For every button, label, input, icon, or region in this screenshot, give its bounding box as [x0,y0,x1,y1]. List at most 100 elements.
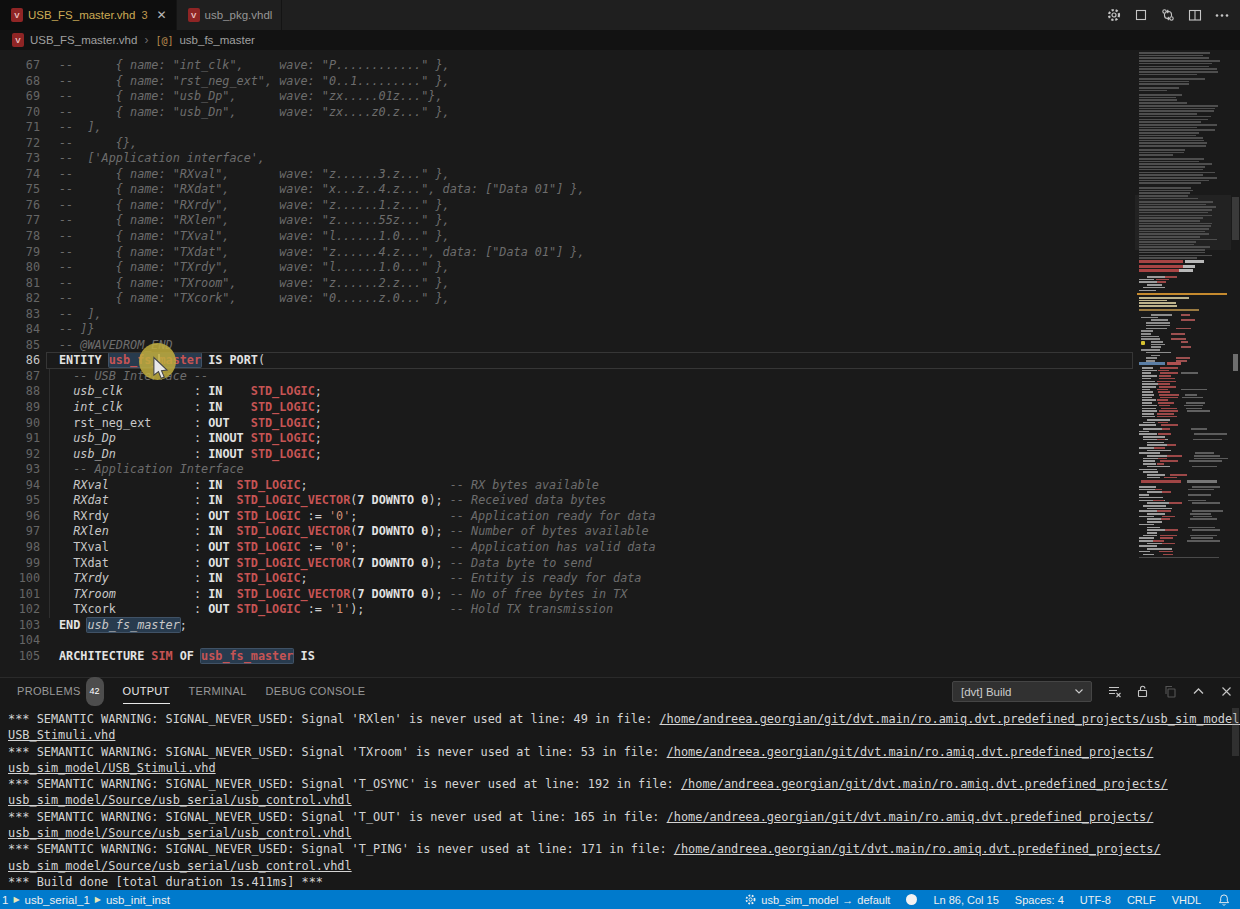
file-link[interactable]: usb_sim_model/Source/usb_serial/usb_cont… [8,826,352,840]
tab-output[interactable]: OUTPUT [123,678,170,705]
line-number: 75 [0,182,40,198]
line-number: 95 [0,493,40,509]
line-number: 89 [0,400,40,416]
status-indicator-dot[interactable] [906,894,917,905]
problems-count-badge: 42 [86,677,104,706]
status-hierarchy[interactable]: 1 ▶ usb_serial_1 ▶ usb_init_inst [0,894,170,906]
code-line: 84-- ]} [0,322,1135,338]
code-line: 89 int_clk : IN STD_LOGIC; [0,400,1135,416]
output-line: *** SEMANTIC WARNING: SIGNAL_NEVER_USED:… [8,776,1240,792]
file-link[interactable]: /home/andreea.georgian/git/dvt.main/ro.a… [667,810,1154,824]
line-number: 104 [0,633,40,649]
code-line: 82-- { name: "TXcork", wave: "0......z.0… [0,291,1135,307]
code-line: 75-- { name: "RXdat", wave: "x...z..4.z.… [0,182,1135,198]
symbol-entity-icon: [@] [155,35,173,46]
tab-usb-fs-master[interactable]: V USB_FS_master.vhd 3 ✕ [0,0,177,30]
status-language[interactable]: VHDL [1172,894,1201,906]
clear-output-icon[interactable] [1107,684,1122,699]
code-line: 96 RXrdy : OUT STD_LOGIC := '0'; -- Appl… [0,509,1135,525]
status-eol[interactable]: CRLF [1127,894,1156,906]
code-line: 72-- {}, [0,136,1135,152]
close-panel-icon[interactable] [1219,684,1234,699]
line-number: 90 [0,416,40,432]
split-editor-icon[interactable] [1187,7,1203,23]
code-line: 91 usb_Dp : INOUT STD_LOGIC; [0,431,1135,447]
line-number: 79 [0,245,40,261]
output-line: *** SEMANTIC WARNING: SIGNAL_NEVER_USED:… [8,809,1240,825]
vhdl-file-icon: V [12,33,24,47]
output-line: *** SEMANTIC WARNING: SIGNAL_NEVER_USED:… [8,711,1240,727]
file-link[interactable]: USB_Stimuli.vhd [8,728,115,742]
breadcrumb-file[interactable]: USB_FS_master.vhd [30,34,137,46]
file-link[interactable]: usb_sim_model/Source/usb_serial/usb_cont… [8,859,352,873]
line-number: 97 [0,524,40,540]
tab-terminal[interactable]: TERMINAL [189,678,247,705]
tab-problems[interactable]: PROBLEMS 42 [17,678,104,705]
lock-icon[interactable] [1135,684,1150,699]
code-line: 81-- { name: "TXroom", wave: "z......2.z… [0,276,1135,292]
square-icon[interactable] [1133,7,1149,23]
code-line: 76-- { name: "RXrdy", wave: "z......1.z.… [0,198,1135,214]
file-link[interactable]: usb_sim_model/USB_Stimuli.vhd [8,761,216,775]
notifications-bell-icon[interactable] [1217,893,1231,907]
file-link[interactable]: /home/andreea.georgian/git/dvt.main/ro.a… [659,712,1240,726]
more-actions-icon[interactable] [1214,7,1230,23]
code-line: 95 RXdat : IN STD_LOGIC_VECTOR(7 DOWNTO … [0,493,1135,509]
code-editor[interactable]: 67-- { name: "int_clk", wave: "P........… [0,50,1240,677]
line-number: 93 [0,462,40,478]
code-line: 104 [0,633,1135,649]
scrollbar-thumb[interactable] [1232,197,1239,240]
bottom-panel: PROBLEMS 42 OUTPUT TERMINAL DEBUG CONSOL… [0,677,1240,890]
chevron-down-icon [1073,685,1085,699]
status-build-config[interactable]: usb_sim_model → default [744,893,890,906]
tab-warning-count: 3 [141,9,147,21]
panel-scrollbar-thumb[interactable] [1232,708,1239,756]
line-number: 92 [0,447,40,463]
code-line: 70-- { name: "usb_Dn", wave: "zx....z0.z… [0,105,1135,121]
compare-changes-icon[interactable] [1160,7,1176,23]
code-line: 71-- ], [0,120,1135,136]
output-channel-dropdown[interactable]: [dvt] Build [952,681,1092,702]
output-log: *** SEMANTIC WARNING: SIGNAL_NEVER_USED:… [0,706,1240,890]
line-number: 78 [0,229,40,245]
code-line: 68-- { name: "rst_neg_ext", wave: "0..1.… [0,74,1135,90]
file-link[interactable]: usb_sim_model/Source/usb_serial/usb_cont… [8,793,352,807]
code-line: 74-- { name: "RXval", wave: "z......3.z.… [0,167,1135,183]
line-number: 98 [0,540,40,556]
tab-debug-console[interactable]: DEBUG CONSOLE [266,678,366,705]
tab-usb-pkg[interactable]: V usb_pkg.vhdl [177,0,283,30]
line-number: 71 [0,120,40,136]
maximize-panel-icon[interactable] [1191,684,1206,699]
panel-controls: [dvt] Build [952,681,1234,702]
editor-scrollbar[interactable] [1231,50,1240,677]
line-number: 91 [0,431,40,447]
copy-output-icon[interactable] [1163,684,1178,699]
line-number: 85 [0,338,40,354]
breadcrumb-symbol[interactable]: usb_fs_master [179,34,254,46]
minimap[interactable] [1135,50,1231,677]
line-number: 70 [0,105,40,121]
status-indentation[interactable]: Spaces: 4 [1015,894,1064,906]
line-number: 68 [0,74,40,90]
vscode-window: V USB_FS_master.vhd 3 ✕ V usb_pkg.vhdl V… [0,0,1240,909]
file-link[interactable]: /home/andreea.georgian/git/dvt.main/ro.a… [667,745,1154,759]
line-number: 69 [0,89,40,105]
line-number: 74 [0,167,40,183]
code-line: 80-- { name: "TXrdy", wave: "l......1.0.… [0,260,1135,276]
line-number: 88 [0,384,40,400]
code-line: 92 usb_Dn : INOUT STD_LOGIC; [0,447,1135,463]
line-number: 82 [0,291,40,307]
code-line: 90 rst_neg_ext : OUT STD_LOGIC; [0,416,1135,432]
output-line: usb_sim_model/Source/usb_serial/usb_cont… [8,858,1240,874]
output-line: usb_sim_model/Source/usb_serial/usb_cont… [8,825,1240,841]
line-number: 86 [0,353,40,369]
vhdl-file-icon: V [188,8,200,22]
status-encoding[interactable]: UTF-8 [1080,894,1111,906]
overview-cursor-mark [1233,354,1238,371]
status-cursor-position[interactable]: Ln 86, Col 15 [933,894,998,906]
close-icon[interactable]: ✕ [157,9,167,21]
file-link[interactable]: /home/andreea.georgian/git/dvt.main/ro.a… [674,842,1161,856]
settings-gear-icon[interactable] [1106,7,1122,23]
code-line: 101 TXroom : IN STD_LOGIC_VECTOR(7 DOWNT… [0,587,1135,603]
file-link[interactable]: /home/andreea.georgian/git/dvt.main/ro.a… [681,777,1168,791]
